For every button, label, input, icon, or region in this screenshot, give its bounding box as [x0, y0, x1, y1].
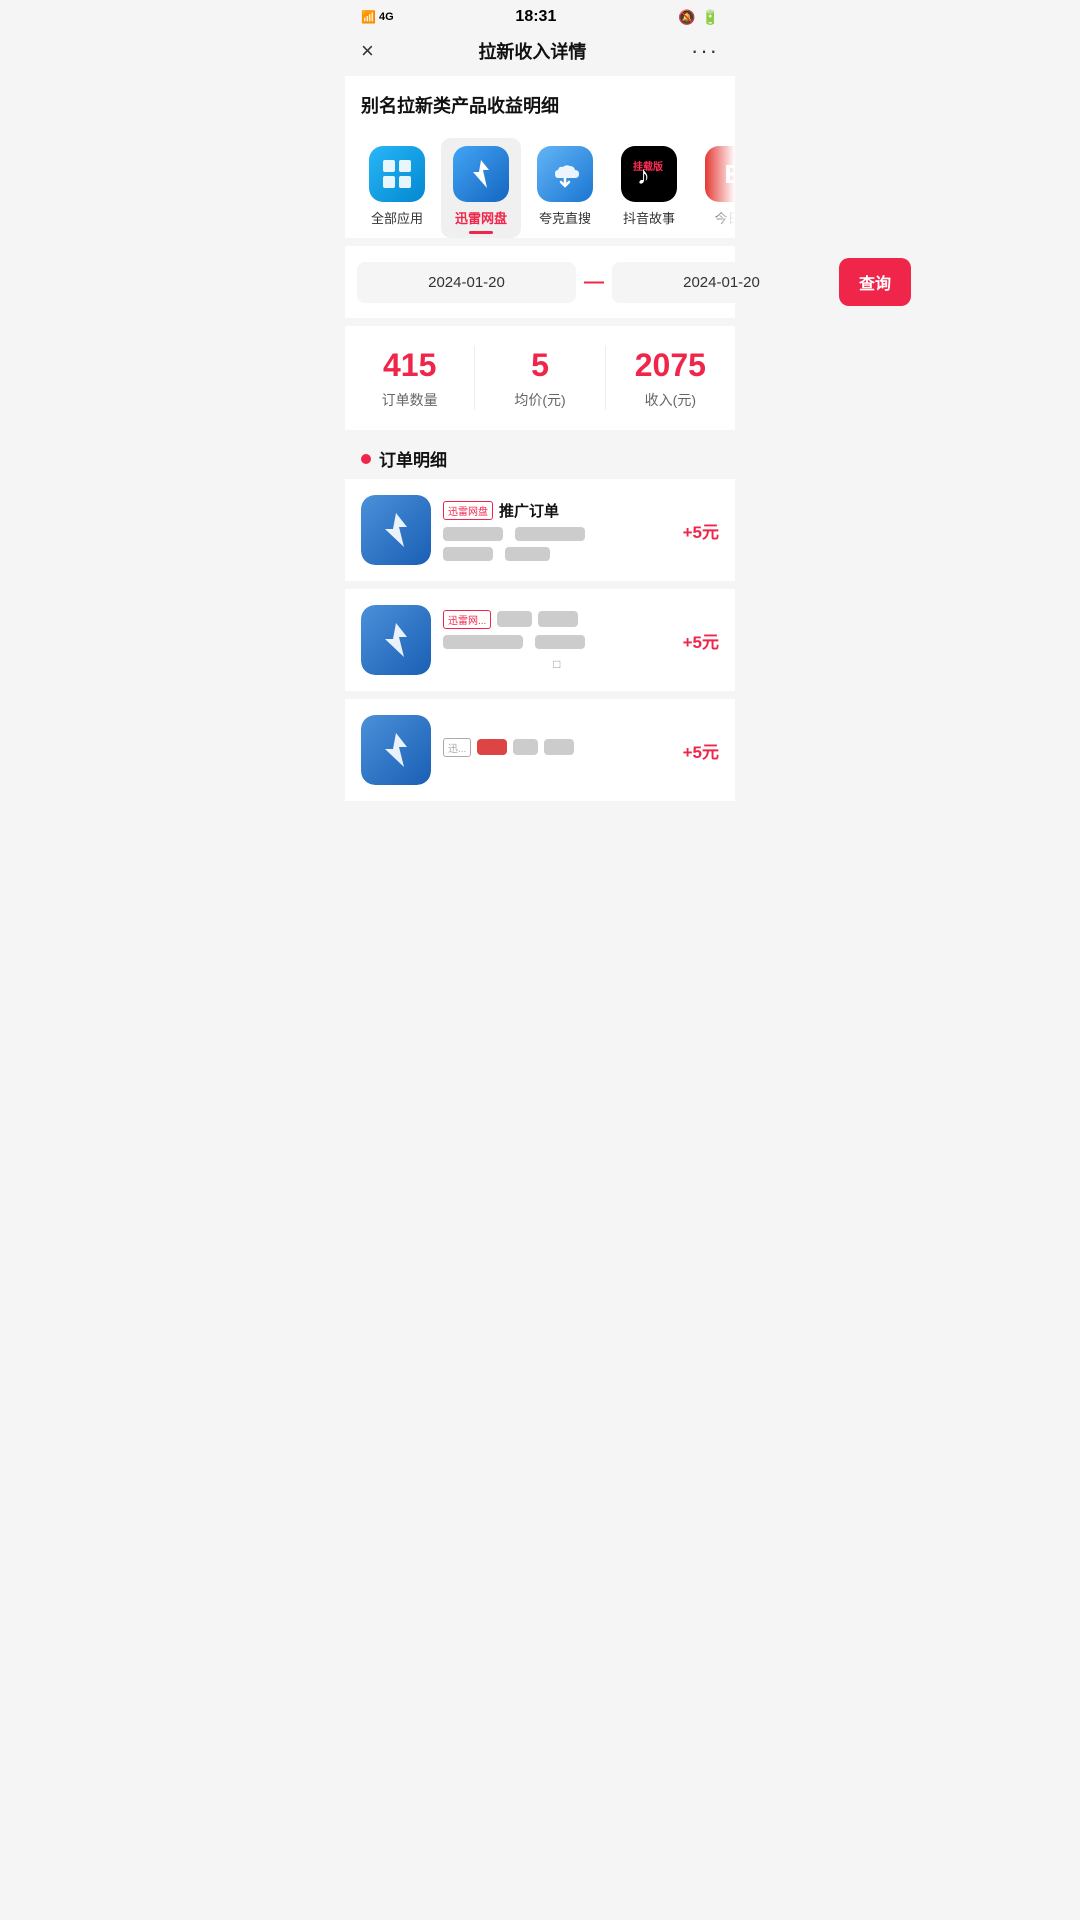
stat-avg-label: 均价(元) [514, 390, 565, 410]
blur-title-3c [544, 739, 574, 755]
order-xunlei-bird-3 [371, 725, 421, 775]
order-item-2[interactable]: 迅雷网... □ +5元 [345, 589, 735, 699]
tab-xunlei-icon [453, 146, 509, 202]
order-section-title: 订单明细 [379, 446, 447, 471]
tab-douyin[interactable]: ♪ 挂载版 抖音故事 [609, 138, 689, 238]
stat-revenue-label: 收入(元) [645, 390, 696, 410]
red-dot-icon [361, 454, 371, 464]
blur-2b [535, 635, 585, 649]
nav-bar: × 拉新收入详情 ··· [345, 30, 735, 76]
page-title: 拉新收入详情 [478, 38, 586, 64]
tab-today-icon: E [705, 146, 735, 202]
order-xunlei-bird-1 [371, 505, 421, 555]
tab-all-icon [369, 146, 425, 202]
blur-1a [443, 527, 503, 541]
xunlei-bird-svg [461, 154, 501, 194]
date-dash: — [584, 271, 604, 294]
stat-order-label: 订单数量 [382, 390, 438, 410]
query-button[interactable]: 查询 [839, 258, 911, 306]
battery-icon: 🔋 [702, 9, 719, 26]
stat-avg-value: 5 [531, 346, 549, 384]
stats-row: 415 订单数量 5 均价(元) 2075 收入(元) [345, 326, 735, 430]
stat-avg-price: 5 均价(元) [475, 346, 605, 410]
tab-xunlei-label: 迅雷网盘 [455, 208, 507, 227]
signal-indicator: 📶 4G [361, 10, 394, 24]
kuake-cloud-svg [547, 156, 583, 192]
order-info-row-1a [443, 527, 671, 541]
network-type: 📶 [361, 10, 376, 24]
status-bar: 📶 4G 18:31 🔕 🔋 [345, 0, 735, 30]
xunlei-bg-3 [361, 715, 431, 785]
tab-kuake-icon [537, 146, 593, 202]
all-apps-svg [379, 156, 415, 192]
tab-douyin-icon: ♪ 挂载版 [621, 146, 677, 202]
order-content-1: 迅雷网盘 推广订单 [443, 500, 671, 561]
blur-title-3a [477, 739, 507, 755]
app-badge-2: 迅雷网... [443, 610, 491, 629]
stat-order-count: 415 订单数量 [345, 346, 475, 410]
tab-kuake[interactable]: 夸克直搜 [525, 138, 605, 238]
start-date-input[interactable] [357, 262, 576, 303]
tab-all-label: 全部应用 [371, 208, 423, 227]
xunlei-bg-2 [361, 605, 431, 675]
order-top-row-2: 迅雷网... [443, 610, 671, 629]
blur-1c [443, 547, 493, 561]
mute-icon: 🔕 [678, 9, 695, 26]
order-amount-2: +5元 [683, 628, 719, 653]
blur-2a [443, 635, 523, 649]
blur-title-2a [497, 611, 532, 627]
app-badge-3: 迅... [443, 738, 471, 757]
xunlei-bg-1 [361, 495, 431, 565]
order-top-row-1: 迅雷网盘 推广订单 [443, 500, 671, 521]
tab-today-label: 今日... [715, 208, 735, 227]
blur-title-3b [513, 739, 538, 755]
order-content-3: 迅... [443, 738, 671, 763]
app-badge-1: 迅雷网盘 [443, 501, 493, 520]
order-info-row-1b [443, 547, 671, 561]
more-button[interactable]: ··· [691, 38, 719, 64]
order-list: 迅雷网盘 推广订单 +5元 迅雷网... [345, 479, 735, 801]
order-info-row-2a [443, 635, 671, 649]
signal-bars: 4G [379, 11, 394, 23]
order-amount-1: +5元 [683, 518, 719, 543]
tab-kuake-label: 夸克直搜 [539, 208, 591, 227]
order-content-2: 迅雷网... □ [443, 610, 671, 671]
blur-title-2b [538, 611, 578, 627]
order-item-3[interactable]: 迅... +5元 [345, 699, 735, 801]
order-xunlei-bird-2 [371, 615, 421, 665]
order-app-icon-3 [361, 715, 431, 785]
order-app-icon-1 [361, 495, 431, 565]
tab-douyin-label: 抖音故事 [623, 208, 675, 227]
blur-1d [505, 547, 550, 561]
order-bottom-2: □ [443, 657, 671, 671]
close-button[interactable]: × [361, 38, 374, 64]
app-tabs-scroll: 全部应用 迅雷网盘 [345, 138, 735, 238]
order-amount-3: +5元 [683, 738, 719, 763]
order-section-header: 订单明细 [345, 430, 735, 479]
today-label-icon: E [724, 159, 735, 190]
active-underline [469, 231, 493, 234]
stat-order-value: 415 [383, 346, 436, 384]
svg-text:挂载版: 挂载版 [633, 160, 663, 173]
date-filter: — 查询 [345, 246, 735, 318]
blur-1b [515, 527, 585, 541]
status-icons: 🔕 🔋 [678, 9, 719, 26]
time-display: 18:31 [515, 8, 556, 26]
order-item[interactable]: 迅雷网盘 推广订单 +5元 [345, 479, 735, 589]
order-top-row-3: 迅... [443, 738, 671, 757]
order-app-icon-2 [361, 605, 431, 675]
stat-revenue: 2075 收入(元) [606, 346, 735, 410]
douyin-note-svg: ♪ 挂载版 [631, 156, 667, 192]
tab-xunlei[interactable]: 迅雷网盘 [441, 138, 521, 238]
order-title-1: 推广订单 [499, 500, 559, 521]
section-title: 别名拉新类产品收益明细 [345, 76, 735, 130]
tab-all-apps[interactable]: 全部应用 [357, 138, 437, 238]
tab-today[interactable]: E 今日... [693, 138, 735, 238]
end-date-input[interactable] [612, 262, 831, 303]
app-tabs-container: 全部应用 迅雷网盘 [345, 130, 735, 238]
stat-revenue-value: 2075 [635, 346, 706, 384]
